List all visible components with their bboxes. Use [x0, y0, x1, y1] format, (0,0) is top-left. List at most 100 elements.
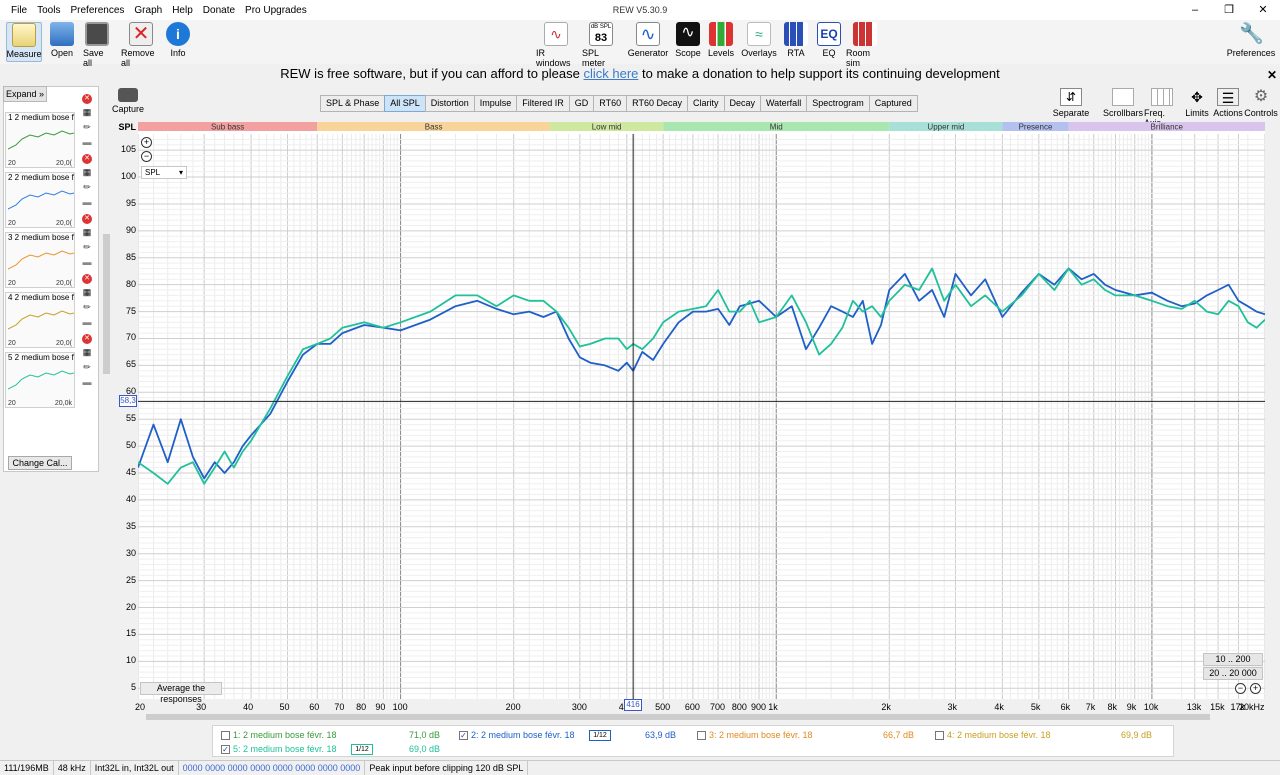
menu-file[interactable]: File — [6, 5, 32, 16]
spl-chart-svg[interactable]: Sub bass Bass Low mid Mid Upper mid Presence B… — [137, 122, 1266, 699]
measurement-item[interactable]: 2 2 medium bose f 20 20,0( — [5, 172, 75, 228]
measurement-item[interactable]: 1 2 medium bose f 20 20,0( — [5, 112, 75, 168]
legend-checkbox-2[interactable]: ✓ — [459, 731, 468, 741]
notes-icon[interactable]: ▬ — [81, 135, 93, 150]
range-10-200-button[interactable]: 10 .. 200 — [1203, 653, 1263, 666]
pen-color-icon[interactable]: ✏ — [81, 240, 93, 255]
zoom-out-x-icon[interactable]: − — [1235, 683, 1246, 694]
measurement-item[interactable]: 5 2 medium bose f 20 20,0k — [5, 352, 75, 408]
room-sim-button[interactable]: Room sim — [846, 22, 884, 68]
tab-rt60[interactable]: RT60 — [593, 95, 628, 112]
remove-all-button[interactable]: ✕ Remove all — [121, 22, 161, 68]
spl-graph[interactable]: Sub bass Bass Low mid Mid Upper mid Presence B… — [137, 122, 1266, 699]
legend-checkbox-1[interactable] — [221, 731, 230, 741]
change-cal-button[interactable]: Change Cal... — [8, 456, 72, 470]
preferences-button[interactable]: 🔧 Preferences — [1227, 22, 1276, 58]
generator-button[interactable]: ∿ Generator — [628, 22, 668, 58]
tab-captured[interactable]: Captured — [868, 95, 918, 112]
ir-windows-button[interactable]: ∿ IR windows — [536, 22, 576, 68]
smoothing-5[interactable]: 1/12 — [351, 744, 373, 755]
tab-spectrogram[interactable]: Spectrogram — [806, 95, 870, 112]
y-axis-selector[interactable]: SPL ▾ — [141, 166, 187, 179]
range-20-20000-button[interactable]: 20 .. 20 000 — [1203, 667, 1263, 680]
remove-measurement-icon[interactable]: ✕ — [82, 94, 92, 104]
tab-waterfall[interactable]: Waterfall — [760, 95, 808, 112]
notes-icon[interactable]: ▬ — [81, 375, 93, 390]
tab-filtered-ir[interactable]: Filtered IR — [516, 95, 570, 112]
separate-button[interactable]: ⇵ Separate — [1053, 88, 1089, 118]
menu-preferences[interactable]: Preferences — [65, 5, 129, 16]
pen-color-icon[interactable]: ✏ — [81, 180, 93, 195]
remove-measurement-icon[interactable]: ✕ — [82, 154, 92, 164]
measurement-item[interactable]: 4 2 medium bose f 20 20,0( — [5, 292, 75, 348]
overlays-button[interactable]: ≈ Overlays — [741, 22, 777, 58]
measurement-graph-icon[interactable]: ▦ — [81, 105, 93, 120]
zoom-out-y-icon[interactable]: − — [141, 151, 152, 162]
remove-measurement-icon[interactable]: ✕ — [82, 214, 92, 224]
measure-button[interactable]: Measure — [6, 22, 42, 62]
tab-distortion[interactable]: Distortion — [424, 95, 475, 112]
donate-link[interactable]: click here — [583, 66, 638, 81]
measurement-graph-icon[interactable]: ▦ — [81, 225, 93, 240]
measurements-scrollbar[interactable] — [101, 86, 111, 696]
scrollbars-button[interactable]: Scrollbars — [1103, 88, 1143, 118]
pen-color-icon[interactable]: ✏ — [81, 300, 93, 315]
legend-item-2[interactable]: ✓ 2: 2 medium bose févr. 18 — [459, 730, 575, 741]
actions-button[interactable]: ☰ Actions — [1213, 88, 1243, 118]
controls-button[interactable]: ⚙ Controls — [1244, 88, 1278, 118]
legend-item-1[interactable]: 1: 2 medium bose févr. 18 — [221, 730, 337, 741]
notes-icon[interactable]: ▬ — [81, 315, 93, 330]
scrollbar-thumb[interactable] — [103, 234, 110, 374]
legend-checkbox-4[interactable] — [935, 731, 944, 741]
scope-button[interactable]: ∿ Scope — [675, 22, 701, 58]
legend-item-4[interactable]: 4: 2 medium bose févr. 18 — [935, 730, 1051, 741]
notes-icon[interactable]: ▬ — [81, 195, 93, 210]
tab-decay[interactable]: Decay — [723, 95, 762, 112]
open-button[interactable]: Open — [50, 22, 74, 58]
menu-help[interactable]: Help — [167, 5, 198, 16]
menu-tools[interactable]: Tools — [32, 5, 65, 16]
spl-meter-button[interactable]: dB SPL 83 SPL meter — [582, 22, 620, 68]
x-scrollbar[interactable] — [138, 712, 1265, 722]
measurement-item[interactable]: 3 2 medium bose f 20 20,0( — [5, 232, 75, 288]
notes-icon[interactable]: ▬ — [81, 255, 93, 270]
tab-rt60-decay[interactable]: RT60 Decay — [626, 95, 688, 112]
average-responses-button[interactable]: Average the responses — [140, 682, 222, 704]
measurement-graph-icon[interactable]: ▦ — [81, 345, 93, 360]
limits-button[interactable]: ✥ Limits — [1184, 88, 1210, 118]
pen-color-icon[interactable]: ✏ — [81, 120, 93, 135]
eq-button[interactable]: EQ EQ — [817, 22, 841, 58]
measurement-graph-icon[interactable]: ▦ — [81, 165, 93, 180]
zoom-in-x-icon[interactable]: + — [1250, 683, 1261, 694]
legend-item-5[interactable]: ✓ 5: 2 medium bose févr. 18 — [221, 744, 337, 755]
measurement-legend: 1: 2 medium bose févr. 18 71,0 dB ✓ 2: 2 … — [212, 725, 1174, 757]
menu-donate[interactable]: Donate — [198, 5, 240, 16]
tab-clarity[interactable]: Clarity — [686, 95, 725, 112]
close-banner-icon[interactable]: ✕ — [1267, 68, 1277, 82]
legend-checkbox-3[interactable] — [697, 731, 706, 741]
save-all-button[interactable]: Save all — [83, 22, 111, 68]
remove-measurement-icon[interactable]: ✕ — [82, 274, 92, 284]
tab-spl-phase[interactable]: SPL & Phase — [320, 95, 386, 112]
tab-gd[interactable]: GD — [568, 95, 595, 112]
maximize-icon[interactable]: ❐ — [1212, 0, 1246, 20]
info-button[interactable]: i Info — [166, 22, 190, 58]
minimize-icon[interactable]: – — [1178, 0, 1212, 20]
menu-graph[interactable]: Graph — [129, 5, 167, 16]
x-scrollbar-thumb[interactable] — [146, 714, 1210, 720]
zoom-in-y-icon[interactable]: + — [141, 137, 152, 148]
expand-button[interactable]: Expand » — [3, 86, 47, 102]
tab-impulse[interactable]: Impulse — [473, 95, 518, 112]
close-icon[interactable]: ✕ — [1246, 0, 1280, 20]
measurement-graph-icon[interactable]: ▦ — [81, 285, 93, 300]
capture-button[interactable]: Capture — [112, 88, 144, 114]
levels-button[interactable]: Levels — [708, 22, 734, 58]
legend-checkbox-5[interactable]: ✓ — [221, 745, 230, 755]
menu-pro-upgrades[interactable]: Pro Upgrades — [240, 5, 312, 16]
tab-all-spl[interactable]: All SPL — [384, 95, 426, 112]
smoothing-2[interactable]: 1/12 — [589, 730, 611, 741]
legend-item-3[interactable]: 3: 2 medium bose févr. 18 — [697, 730, 813, 741]
rta-button[interactable]: RTA — [784, 22, 808, 58]
pen-color-icon[interactable]: ✏ — [81, 360, 93, 375]
remove-measurement-icon[interactable]: ✕ — [82, 334, 92, 344]
